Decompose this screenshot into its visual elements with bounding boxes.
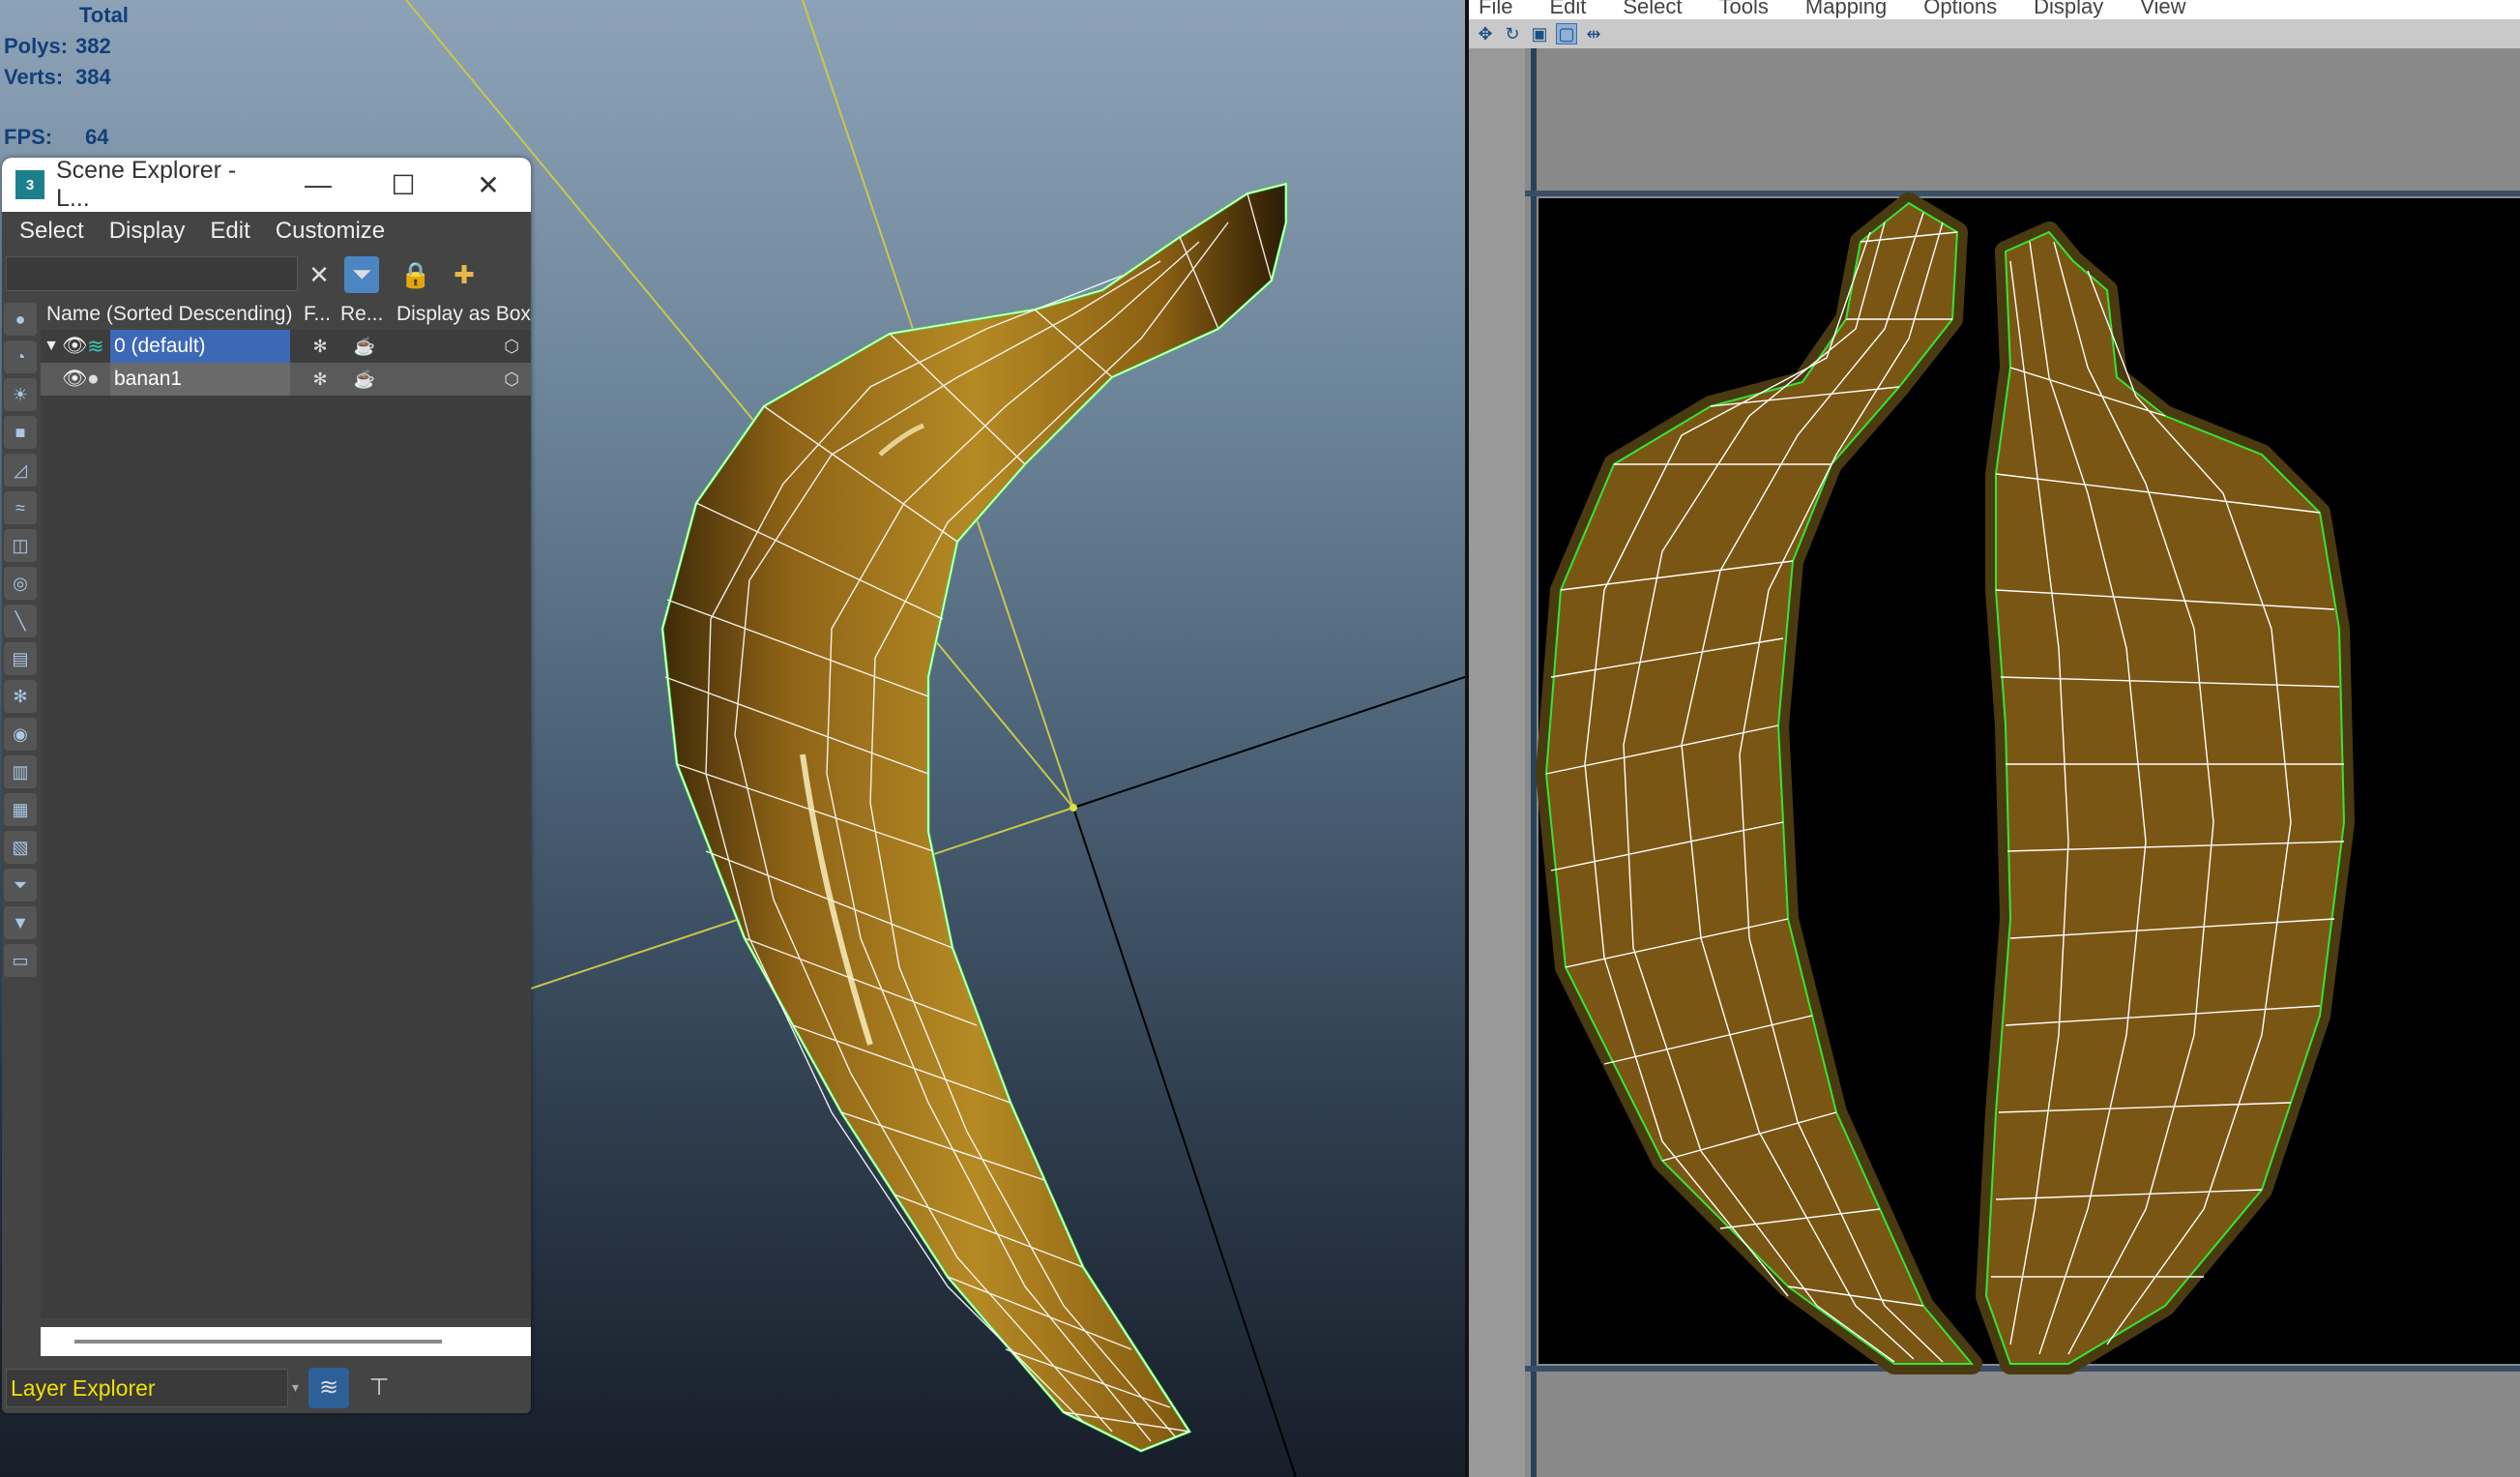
eye-icon[interactable]: 👁 xyxy=(62,335,88,358)
scene-tree[interactable]: Name (Sorted Descending) F... Re... Disp… xyxy=(41,299,531,1318)
camera-filter-icon[interactable]: ■ xyxy=(4,416,37,449)
box-icon[interactable]: ⬡ xyxy=(393,363,531,396)
teapot-icon[interactable]: ☕ xyxy=(337,363,393,396)
uv-menu-mapping[interactable]: Mapping xyxy=(1805,0,1887,19)
invert-icon[interactable]: ▧ xyxy=(4,831,37,864)
light-filter-icon[interactable]: ☀ xyxy=(4,378,37,411)
snowflake-icon[interactable]: ✻ xyxy=(304,363,337,396)
uv-canvas[interactable] xyxy=(1469,48,2520,1477)
viewport-statistics: Total Polys: 382 Verts: 384 FPS: 64 xyxy=(4,0,129,153)
polys-value: 382 xyxy=(75,34,111,58)
explorer-footer: Layer Explorer ▾ ≋ ⊤ xyxy=(2,1362,531,1413)
uv-editor-window[interactable]: File Edit Select Tools Mapping Options D… xyxy=(1469,0,2520,1477)
bone-filter-icon[interactable]: ╲ xyxy=(4,605,37,637)
clear-search-icon[interactable]: ✕ xyxy=(302,256,337,293)
uv-menu-options[interactable]: Options xyxy=(1923,0,1997,19)
frozen-filter-icon[interactable]: ✻ xyxy=(4,680,37,713)
window-title: Scene Explorer - L... xyxy=(56,158,237,212)
menu-display[interactable]: Display xyxy=(109,218,186,245)
teapot-icon[interactable]: ☕ xyxy=(337,330,393,363)
tree-row[interactable]: 👁 ● banan1 ✻ ☕ ⬡ xyxy=(41,363,531,396)
uv-menu-bar: File Edit Select Tools Mapping Options D… xyxy=(1469,0,2520,19)
search-input[interactable] xyxy=(6,256,298,291)
expand-arrow-icon[interactable]: ▼ xyxy=(41,338,62,355)
light-target-icon[interactable] xyxy=(1070,804,1077,812)
uv-menu-tools[interactable]: Tools xyxy=(1719,0,1769,19)
uv-menu-display[interactable]: Display xyxy=(2034,0,2103,19)
hidden-filter-icon[interactable]: ◉ xyxy=(4,718,37,751)
all-icon[interactable]: ▦ xyxy=(4,793,37,826)
lock-icon[interactable]: 🔒 xyxy=(398,256,433,293)
close-icon[interactable]: ✕ xyxy=(446,158,531,212)
scene-explorer-titlebar[interactable]: 3 Scene Explorer - L... — ☐ ✕ xyxy=(2,158,531,212)
uv-menu-edit[interactable]: Edit xyxy=(1549,0,1586,19)
menu-select[interactable]: Select xyxy=(19,218,84,245)
list-icon[interactable]: ▥ xyxy=(4,755,37,788)
screen: Total Polys: 382 Verts: 384 FPS: 64 File Ed… xyxy=(0,0,2520,1477)
uv-menu-file[interactable]: File xyxy=(1479,0,1512,19)
banana-mesh[interactable] xyxy=(660,182,1288,1453)
scene-explorer-menu: Select Display Edit Customize xyxy=(2,212,531,251)
col-name[interactable]: Name (Sorted Descending) xyxy=(41,303,304,326)
menu-customize[interactable]: Customize xyxy=(276,218,385,245)
layer-name[interactable]: 0 (default) xyxy=(110,330,290,363)
scale-icon[interactable]: ▣ xyxy=(1529,23,1550,44)
uv-menu-select[interactable]: Select xyxy=(1623,0,1682,19)
object-icon: ● xyxy=(87,368,100,390)
minimize-icon[interactable]: — xyxy=(276,158,361,212)
mirror-icon[interactable]: ⇹ xyxy=(1583,23,1604,44)
polys-label: Polys: xyxy=(4,34,69,58)
stats-total-label: Total xyxy=(79,3,129,27)
menu-edit[interactable]: Edit xyxy=(210,218,249,245)
funnel-icon[interactable]: ▼ xyxy=(4,906,37,939)
scrollbar-thumb[interactable] xyxy=(74,1340,442,1344)
uv-toolbar: ✥ ↻ ▣ ▢ ⇹ xyxy=(1469,19,2520,48)
object-name[interactable]: banan1 xyxy=(110,363,290,396)
tree-row[interactable]: ▼ 👁 ≋ 0 (default) ✻ ☕ ⬡ xyxy=(41,330,531,363)
app-logo-icon: 3 xyxy=(15,170,44,199)
dropdown-arrow-icon[interactable]: ▾ xyxy=(292,1379,299,1396)
fps-value: 64 xyxy=(85,125,109,149)
shape-filter-icon[interactable]: ◔ xyxy=(4,340,37,373)
geometry-filter-icon[interactable]: ● xyxy=(4,303,37,336)
xref-filter-icon[interactable]: ◎ xyxy=(4,567,37,600)
col-render[interactable]: Re... xyxy=(337,303,393,326)
search-bar: ✕ ⏷ 🔒 ✚ xyxy=(2,251,531,299)
verts-value: 384 xyxy=(75,65,111,89)
maximize-icon[interactable]: ☐ xyxy=(361,158,446,212)
filter-settings-icon[interactable]: ⏷ xyxy=(4,869,37,901)
spacewarp-filter-icon[interactable]: ≈ xyxy=(4,491,37,524)
freeform-icon[interactable]: ▢ xyxy=(1556,23,1577,44)
sort-by-layer-icon[interactable]: ≋ xyxy=(308,1367,350,1408)
helper-filter-icon[interactable]: ◿ xyxy=(4,454,37,487)
tree-header: Name (Sorted Descending) F... Re... Disp… xyxy=(41,299,531,330)
layer-stack-icon: ≋ xyxy=(87,335,104,358)
add-layer-icon[interactable]: ✚ xyxy=(447,256,482,293)
rotate-icon[interactable]: ↻ xyxy=(1502,23,1523,44)
group-filter-icon[interactable]: ◫ xyxy=(4,529,37,562)
uv-menu-view[interactable]: View xyxy=(2140,0,2185,19)
scene-explorer-window[interactable]: 3 Scene Explorer - L... — ☐ ✕ Select Dis… xyxy=(2,158,531,1413)
explorer-type-dropdown[interactable]: Layer Explorer xyxy=(6,1368,288,1407)
fps-label: FPS: xyxy=(4,125,53,149)
box-mode-icon[interactable]: ▭ xyxy=(4,944,37,977)
col-frozen[interactable]: F... xyxy=(304,303,337,326)
axis-line xyxy=(1072,676,1465,809)
sort-by-hierarchy-icon[interactable]: ⊤ xyxy=(359,1368,399,1408)
filter-icon[interactable]: ⏷ xyxy=(344,256,379,293)
move-icon[interactable]: ✥ xyxy=(1475,23,1496,44)
horizontal-scrollbar[interactable] xyxy=(41,1327,531,1356)
verts-label: Verts: xyxy=(4,65,64,89)
container-filter-icon[interactable]: ▤ xyxy=(4,642,37,675)
display-filter-toolbar: ● ◔ ☀ ■ ◿ ≈ ◫ ◎ ╲ ▤ ✻ ◉ ▥ ▦ ▧ ⏷ ▼ ▭ xyxy=(2,299,39,1386)
snowflake-icon[interactable]: ✻ xyxy=(304,330,337,363)
eye-icon[interactable]: 👁 xyxy=(62,368,88,391)
box-icon[interactable]: ⬡ xyxy=(393,330,531,363)
col-display-as-box[interactable]: Display as Box xyxy=(393,303,531,326)
